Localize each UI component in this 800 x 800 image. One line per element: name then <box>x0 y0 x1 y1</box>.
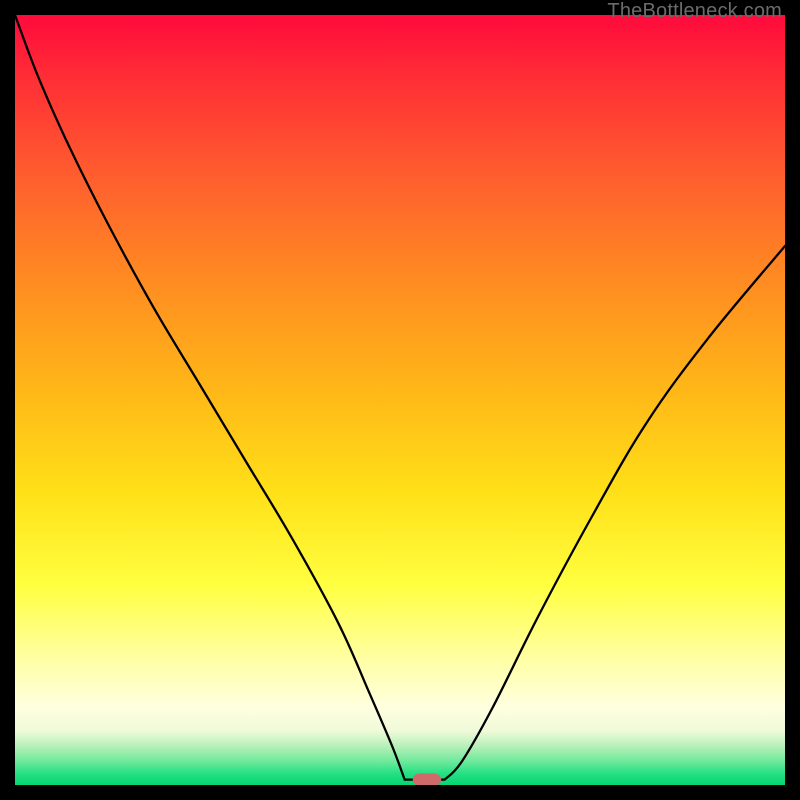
chart-frame: TheBottleneck.com <box>0 0 800 800</box>
optimum-marker <box>413 773 441 785</box>
plot-area <box>15 15 785 785</box>
watermark-text: TheBottleneck.com <box>607 0 782 23</box>
plot-svg <box>15 15 785 785</box>
bottleneck-curve <box>15 15 785 780</box>
